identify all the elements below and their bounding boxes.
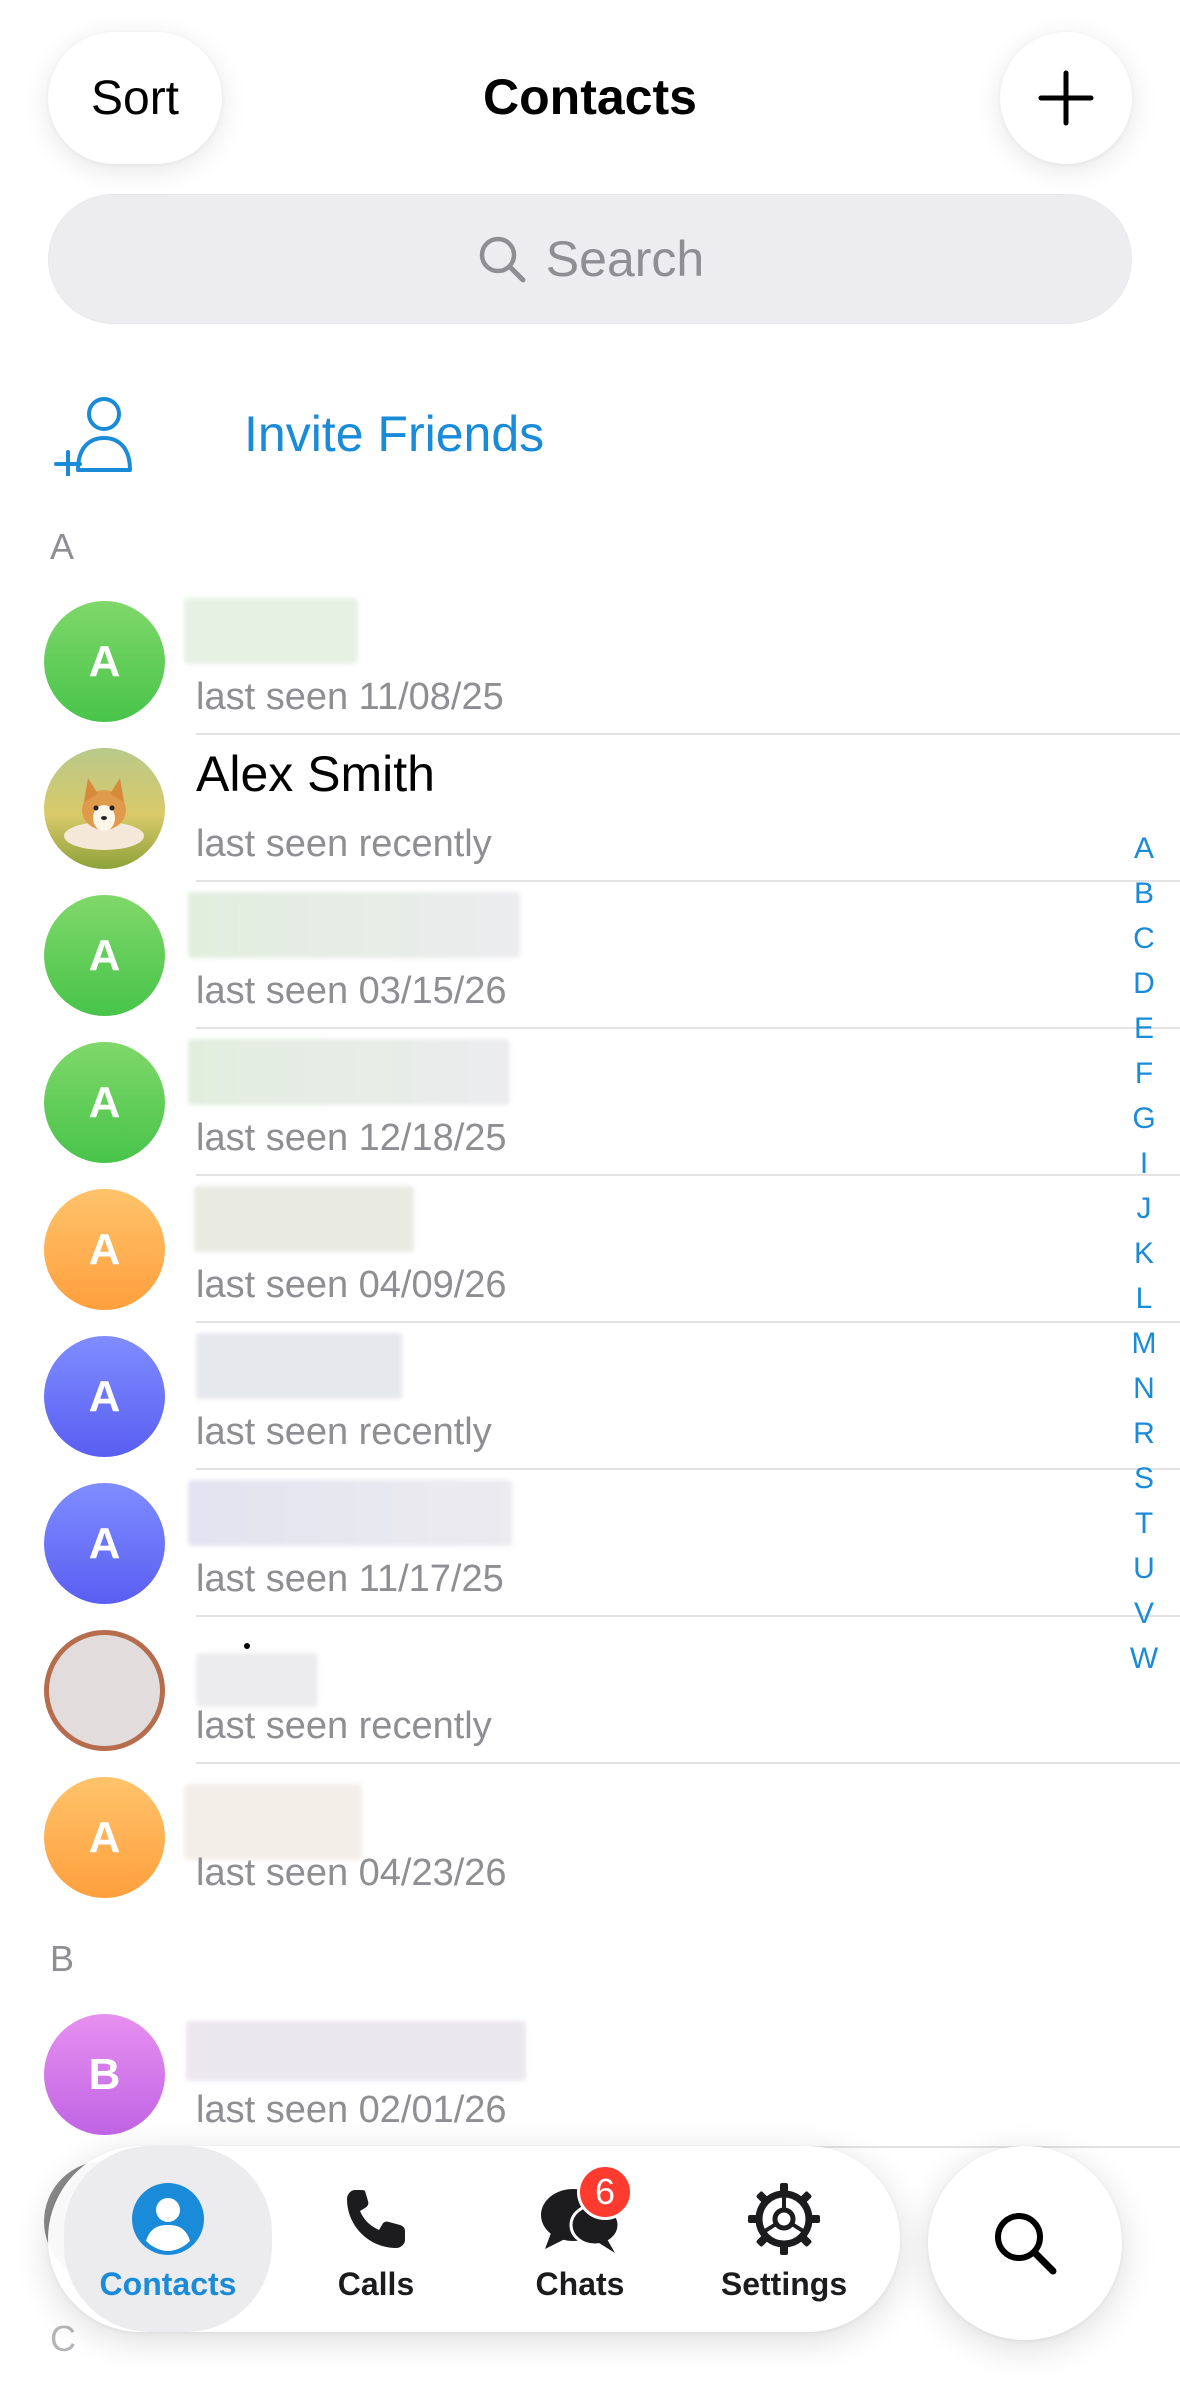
last-seen-status: last seen 03/15/26 xyxy=(196,970,507,1012)
contact-name-redacted xyxy=(186,2021,526,2081)
invite-friends-row[interactable]: Invite Friends xyxy=(48,392,1148,476)
contact-name-redacted xyxy=(188,1480,512,1546)
phone-icon xyxy=(347,2190,405,2248)
index-letter[interactable]: L xyxy=(1136,1276,1153,1321)
contact-row[interactable]: A last seen 11/08/25 xyxy=(0,588,1180,735)
search-input[interactable]: Search xyxy=(48,194,1132,324)
contact-name-redacted xyxy=(188,892,520,958)
index-letter[interactable]: D xyxy=(1133,961,1155,1006)
contact-name-redacted xyxy=(184,598,358,664)
index-letter[interactable]: N xyxy=(1133,1366,1155,1411)
avatar-photo xyxy=(44,1630,165,1751)
search-icon xyxy=(479,236,526,283)
index-letter[interactable]: C xyxy=(1133,916,1155,961)
index-letter[interactable]: M xyxy=(1132,1321,1157,1366)
tab-label: Settings xyxy=(720,2266,848,2302)
last-seen-status: last seen 11/08/25 xyxy=(196,676,504,718)
name-dot xyxy=(244,1643,250,1649)
search-placeholder: Search xyxy=(545,231,705,287)
avatar: A xyxy=(44,895,165,1016)
header: Sort Contacts xyxy=(0,0,1180,190)
contact-name: Alex Smith xyxy=(196,746,435,802)
tab-label: Chats xyxy=(535,2266,625,2302)
index-letter[interactable]: G xyxy=(1132,1096,1155,1141)
contact-name-redacted xyxy=(184,1784,362,1860)
gear-icon xyxy=(748,2183,820,2255)
contact-row[interactable]: A last seen 12/18/25 xyxy=(0,1029,1180,1176)
last-seen-status: last seen recently xyxy=(196,1411,492,1453)
search-icon xyxy=(995,2213,1057,2275)
last-seen-status: last seen 11/17/25 xyxy=(196,1558,504,1600)
contact-name-redacted xyxy=(194,1186,414,1252)
index-letter[interactable]: T xyxy=(1135,1501,1153,1546)
avatar: A xyxy=(44,1777,165,1898)
add-contact-button[interactable] xyxy=(1000,32,1132,164)
index-letter[interactable]: B xyxy=(1134,871,1154,916)
contact-row[interactable]: A last seen 11/17/25 xyxy=(0,1470,1180,1617)
tab-label: Contacts xyxy=(99,2266,237,2302)
contact-row[interactable]: A last seen 03/15/26 xyxy=(0,882,1180,1029)
last-seen-status: last seen 04/09/26 xyxy=(196,1264,507,1306)
contact-row[interactable]: Alex Smith last seen recently xyxy=(0,735,1180,882)
last-seen-status: last seen 02/01/26 xyxy=(196,2089,507,2131)
index-letter[interactable]: R xyxy=(1133,1411,1155,1456)
avatar-photo xyxy=(44,748,165,869)
section-header-a: A xyxy=(50,526,75,567)
search-button[interactable] xyxy=(928,2146,1122,2340)
index-letter[interactable]: S xyxy=(1134,1456,1154,1501)
index-letter[interactable]: J xyxy=(1137,1186,1152,1231)
tab-bar: Contacts Calls 6 Chats Settings xyxy=(48,2146,900,2332)
avatar: A xyxy=(44,1483,165,1604)
avatar: B xyxy=(44,2014,165,2135)
avatar: A xyxy=(44,601,165,722)
person-circle-icon xyxy=(132,2183,204,2255)
index-letter[interactable]: F xyxy=(1135,1051,1153,1096)
tab-chats[interactable]: 6 Chats xyxy=(480,2146,680,2332)
contact-row[interactable]: B last seen 02/01/26 xyxy=(0,2001,1180,2148)
contact-row[interactable]: A last seen 04/23/26 xyxy=(0,1764,1180,1911)
index-letter[interactable]: I xyxy=(1140,1141,1148,1186)
last-seen-status: last seen 12/18/25 xyxy=(196,1117,507,1159)
index-letter[interactable]: A xyxy=(1134,826,1154,871)
tab-calls[interactable]: Calls xyxy=(276,2146,476,2332)
last-seen-status: last seen 04/23/26 xyxy=(196,1852,507,1894)
tab-label: Calls xyxy=(337,2266,415,2302)
index-letter[interactable]: W xyxy=(1130,1636,1158,1681)
avatar: A xyxy=(44,1042,165,1163)
contact-name-redacted xyxy=(188,1039,510,1105)
section-header-c: C xyxy=(50,2318,76,2359)
avatar: A xyxy=(44,1189,165,1310)
alphabet-index[interactable]: A B C D E F G I J K L M N R S T U V W xyxy=(1124,826,1164,1681)
index-letter[interactable]: V xyxy=(1134,1591,1154,1636)
contact-name-redacted xyxy=(196,1653,318,1707)
index-letter[interactable]: U xyxy=(1133,1546,1155,1591)
unread-badge: 6 xyxy=(577,2164,633,2220)
contact-row[interactable]: A last seen recently xyxy=(0,1323,1180,1470)
add-person-icon xyxy=(54,397,132,476)
index-letter[interactable]: K xyxy=(1134,1231,1154,1276)
contact-row[interactable]: A last seen 04/09/26 xyxy=(0,1176,1180,1323)
invite-friends-label: Invite Friends xyxy=(244,406,545,462)
avatar: A xyxy=(44,1336,165,1457)
contact-row[interactable]: last seen recently xyxy=(0,1617,1180,1764)
section-header-b: B xyxy=(50,1938,75,1979)
plus-icon xyxy=(1038,70,1094,126)
last-seen-status: last seen recently xyxy=(196,1705,492,1747)
tab-settings[interactable]: Settings xyxy=(684,2146,884,2332)
tab-contacts[interactable]: Contacts xyxy=(64,2146,272,2332)
last-seen-status: last seen recently xyxy=(196,823,492,865)
index-letter[interactable]: E xyxy=(1134,1006,1154,1051)
contact-name-redacted xyxy=(196,1333,402,1399)
